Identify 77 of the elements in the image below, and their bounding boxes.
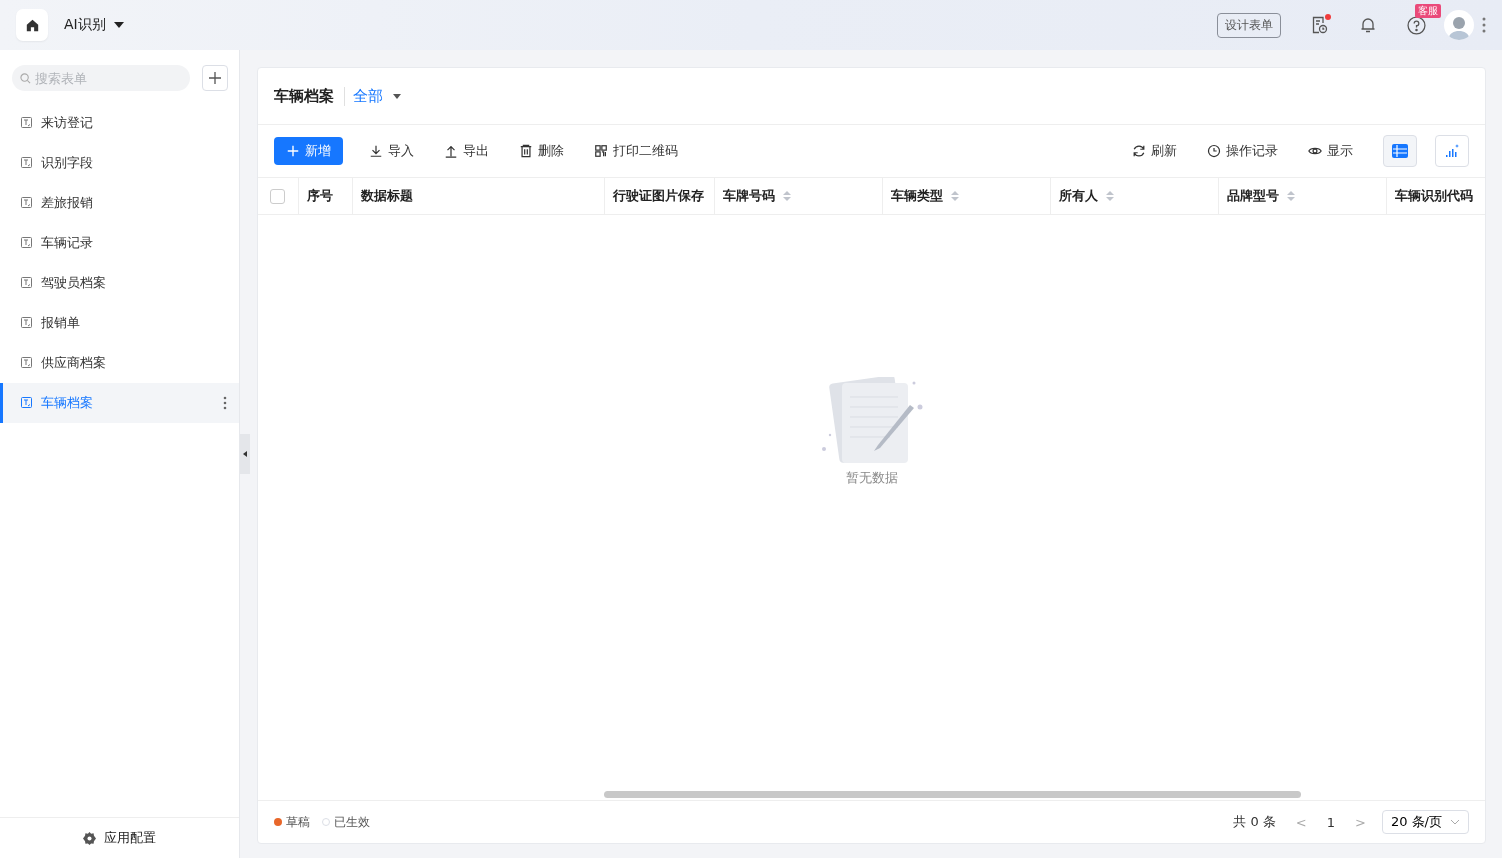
- sidebar-item[interactable]: 差旅报销: [0, 183, 239, 223]
- settings-icon: [83, 831, 96, 845]
- column-header: 行驶证图片保存: [604, 177, 714, 215]
- chevron-down-icon: [1450, 819, 1460, 825]
- qr-code-icon: [594, 144, 608, 158]
- sidebar-item[interactable]: 供应商档案: [0, 343, 239, 383]
- import-button[interactable]: 导入: [357, 137, 426, 165]
- home-button[interactable]: [16, 9, 48, 41]
- download-icon: [369, 144, 383, 158]
- page-title: 车辆档案: [274, 86, 334, 106]
- total-count: 共 0 条: [1233, 813, 1276, 831]
- table-view-button[interactable]: [1383, 135, 1417, 167]
- status-label: 已生效: [334, 813, 370, 831]
- sidebar-item[interactable]: 来访登记: [0, 103, 239, 143]
- column-header: 车辆识别代码: [1386, 177, 1485, 215]
- column-header: 所有人: [1050, 177, 1218, 215]
- search-icon: [20, 72, 31, 84]
- help-icon[interactable]: [1407, 15, 1426, 35]
- design-form-button[interactable]: 设计表单: [1217, 12, 1281, 38]
- plus-icon: [208, 71, 222, 85]
- column-header: 车辆类型: [882, 177, 1050, 215]
- refresh-icon: [1132, 144, 1146, 158]
- home-icon: [25, 18, 39, 32]
- horizontal-scrollbar[interactable]: [604, 791, 1301, 798]
- clock-icon: [1207, 144, 1221, 158]
- sidebar-item[interactable]: 报销单: [0, 303, 239, 343]
- trash-icon: [519, 144, 533, 158]
- caret-icon: [243, 451, 247, 457]
- collapse-handle[interactable]: [240, 434, 250, 474]
- column-header: 品牌型号: [1218, 177, 1386, 215]
- delete-button[interactable]: 删除: [507, 137, 576, 165]
- page-size-dropdown[interactable]: 20 条/页: [1381, 810, 1469, 834]
- form-icon: [21, 357, 33, 369]
- current-page[interactable]: 1: [1326, 814, 1336, 830]
- refresh-button[interactable]: 刷新: [1120, 137, 1189, 165]
- form-icon: [21, 397, 33, 409]
- avatar[interactable]: [1444, 10, 1474, 40]
- add-form-button[interactable]: [202, 65, 228, 91]
- app-name[interactable]: AI识别: [64, 16, 106, 34]
- service-badge: 客服: [1415, 3, 1441, 18]
- chart-view-button[interactable]: [1435, 135, 1469, 167]
- search-box[interactable]: 搜索表单: [12, 65, 190, 91]
- more-icon[interactable]: [1482, 17, 1486, 33]
- caret-icon: [393, 93, 401, 99]
- sidebar-item[interactable]: 车辆记录: [0, 223, 239, 263]
- app-settings-link[interactable]: 应用配置: [104, 829, 156, 847]
- column-header: 车牌号码: [714, 177, 882, 215]
- add-button[interactable]: 新增: [274, 137, 343, 165]
- sidebar-item[interactable]: 驾驶员档案: [0, 263, 239, 303]
- form-icon: [21, 197, 33, 209]
- status-label: 草稿: [286, 813, 310, 831]
- form-icon: [21, 117, 33, 129]
- person-silhouette-icon: [1448, 14, 1470, 40]
- empty-state-text: 暂无数据: [845, 469, 898, 487]
- form-clock-icon[interactable]: [1311, 16, 1329, 34]
- form-icon: [21, 277, 33, 289]
- form-icon: [21, 157, 33, 169]
- column-header: 序号: [298, 177, 352, 215]
- export-button[interactable]: 导出: [432, 137, 501, 165]
- filter-dropdown[interactable]: 全部: [344, 86, 401, 106]
- sidebar-item[interactable]: 车辆档案: [0, 383, 239, 423]
- more-icon[interactable]: [223, 396, 227, 410]
- form-icon: [21, 237, 33, 249]
- form-icon: [21, 317, 33, 329]
- bar-chart-icon: [1445, 144, 1459, 158]
- search-field[interactable]: 搜索表单: [35, 70, 182, 86]
- column-header: 数据标题: [352, 177, 604, 215]
- history-button[interactable]: 操作记录: [1195, 137, 1290, 165]
- plus-icon: [286, 144, 300, 158]
- sidebar-item[interactable]: 识别字段: [0, 143, 239, 183]
- select-all-checkbox[interactable]: [270, 188, 286, 204]
- qr-button[interactable]: 打印二维码: [582, 137, 690, 165]
- table-icon: [1392, 144, 1408, 158]
- upload-icon: [444, 144, 458, 158]
- view-button[interactable]: 显示: [1296, 137, 1365, 165]
- caret-icon: [113, 22, 124, 28]
- bell-icon[interactable]: [1359, 16, 1377, 34]
